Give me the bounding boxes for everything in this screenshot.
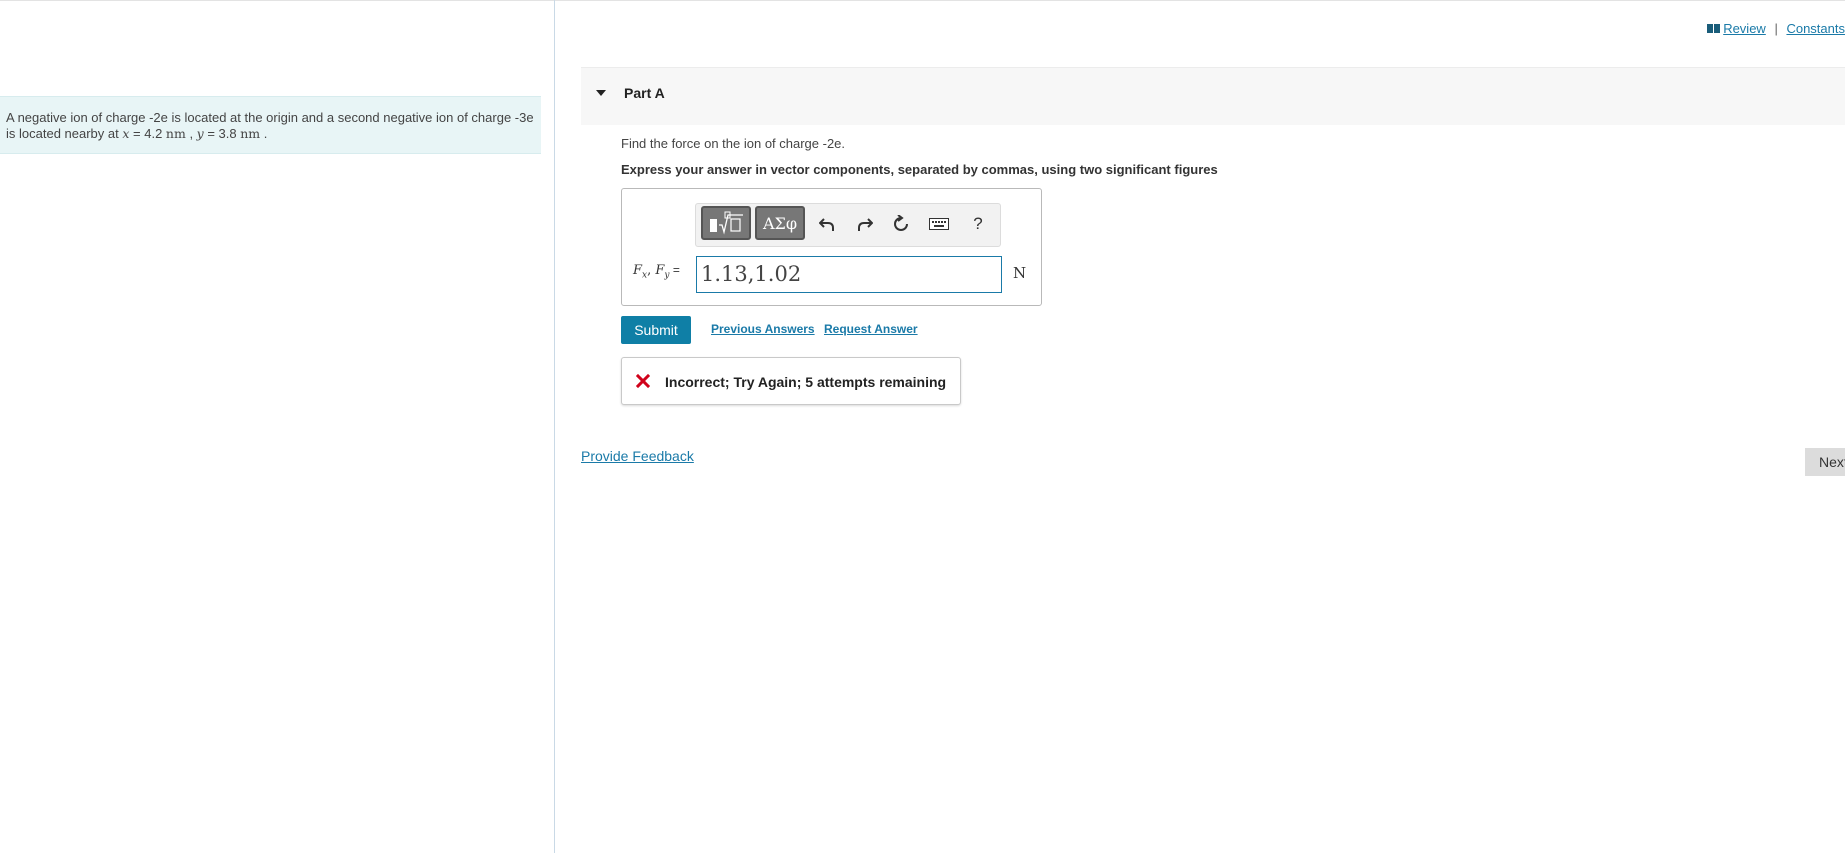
- column-divider: [554, 0, 555, 853]
- answer-instructions: Express your answer in vector components…: [621, 162, 1218, 177]
- part-title: Part A: [624, 85, 665, 101]
- provide-feedback-link[interactable]: Provide Feedback: [581, 448, 694, 464]
- submit-button[interactable]: Submit: [621, 316, 691, 344]
- redo-button[interactable]: [853, 212, 877, 236]
- fx-symbol: F: [633, 263, 643, 278]
- y-unit: nm: [240, 126, 261, 141]
- coord-separator: ,: [185, 126, 197, 141]
- question-text: Find the force on the ion of charge -2e.: [621, 136, 846, 151]
- y-variable: y: [196, 126, 204, 141]
- help-button[interactable]: ?: [966, 212, 990, 236]
- answer-label: Fx, Fy =: [633, 263, 680, 281]
- review-link[interactable]: Review: [1707, 21, 1766, 36]
- templates-icon: [710, 211, 743, 235]
- previous-answers-link[interactable]: Previous Answers: [711, 322, 815, 336]
- top-border: [0, 0, 1845, 1]
- part-header[interactable]: Part A: [581, 67, 1845, 125]
- book-icon: [1707, 24, 1721, 33]
- problem-statement: A negative ion of charge -2e is located …: [0, 96, 541, 154]
- problem-text: A negative ion of charge -2e is located …: [6, 110, 534, 141]
- redo-icon: [858, 218, 873, 231]
- answer-unit: N: [1013, 264, 1027, 282]
- keyboard-button[interactable]: [927, 212, 951, 236]
- answer-input[interactable]: 1.13,1.02: [696, 256, 1002, 293]
- math-toolbar: ΑΣφ ?: [695, 203, 1001, 247]
- caret-down-icon[interactable]: [596, 90, 606, 96]
- reset-button[interactable]: [889, 212, 913, 236]
- constants-link[interactable]: Constants: [1786, 21, 1845, 36]
- problem-end: .: [260, 126, 268, 141]
- reset-icon: [894, 215, 908, 231]
- review-link-label: Review: [1723, 21, 1766, 36]
- link-separator: |: [1774, 21, 1778, 36]
- label-equals: =: [669, 263, 680, 277]
- x-equals: = 4.2: [129, 126, 166, 141]
- undo-icon: [819, 218, 834, 231]
- x-unit: nm: [165, 126, 186, 141]
- templates-button[interactable]: [701, 206, 751, 240]
- request-answer-link[interactable]: Request Answer: [824, 322, 918, 336]
- y-equals: = 3.8: [203, 126, 241, 141]
- greek-symbols-button[interactable]: ΑΣφ: [755, 206, 805, 240]
- error-x-icon: [636, 374, 650, 388]
- feedback-box: Incorrect; Try Again; 5 attempts remaini…: [621, 357, 961, 405]
- next-button[interactable]: Next: [1805, 448, 1845, 476]
- answer-box: ΑΣφ ? Fx, Fy = 1.13,1.02 N: [621, 188, 1042, 306]
- undo-button[interactable]: [815, 212, 839, 236]
- keyboard-icon: [929, 218, 949, 230]
- feedback-message: Incorrect; Try Again; 5 attempts remaini…: [665, 374, 947, 390]
- header-links: Review | Constants: [1707, 21, 1845, 36]
